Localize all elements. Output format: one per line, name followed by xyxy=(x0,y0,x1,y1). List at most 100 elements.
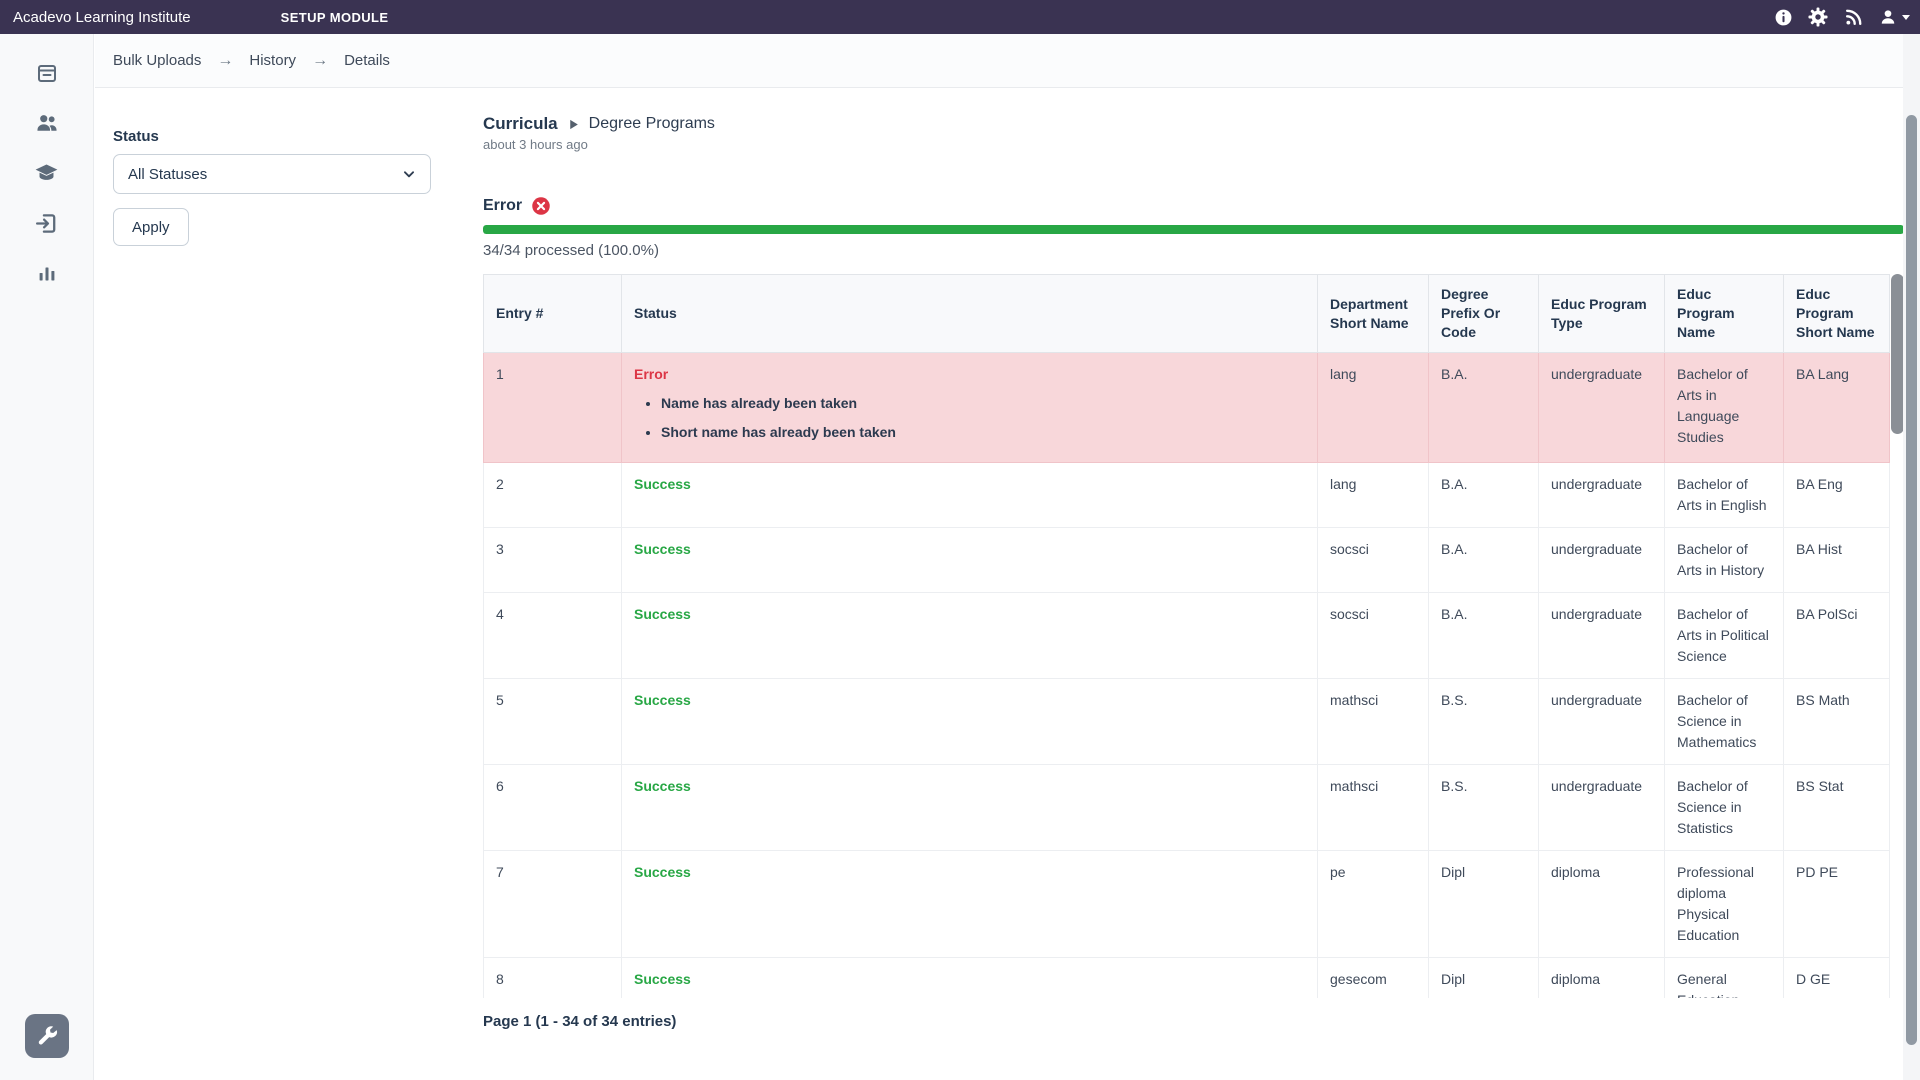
table-row: 5 Success mathsci B.S. undergraduate Bac… xyxy=(484,679,1890,765)
cell-degree-prefix: B.A. xyxy=(1429,353,1539,463)
cell-status: Success xyxy=(622,851,1318,958)
wrench-icon xyxy=(35,1024,59,1048)
chevron-down-icon xyxy=(1902,15,1910,20)
cell-degree-prefix: Dipl xyxy=(1429,851,1539,958)
table-row: 4 Success socsci B.A. undergraduate Bach… xyxy=(484,593,1890,679)
sidebar-item-enrollment[interactable] xyxy=(0,198,94,248)
cell-program-short-name: PD PE xyxy=(1784,851,1890,958)
row-status: Success xyxy=(634,969,1305,990)
error-message: Name has already been taken xyxy=(661,393,1305,414)
cell-status: Success xyxy=(622,679,1318,765)
cell-program-type: undergraduate xyxy=(1539,593,1665,679)
row-status: Error xyxy=(634,364,1305,385)
cell-entry: 8 xyxy=(484,958,622,999)
breadcrumb-separator: → xyxy=(217,52,233,70)
calendar-icon xyxy=(35,61,59,85)
topbar: Acadevo Learning Institute SETUP MODULE xyxy=(0,0,1920,34)
cell-program-name: Bachelor of Science in Statistics xyxy=(1665,765,1784,851)
sidebar-item-reports[interactable] xyxy=(0,248,94,298)
error-messages: Name has already been taken Short name ha… xyxy=(661,393,1305,443)
cell-status: Success xyxy=(622,528,1318,593)
sidebar xyxy=(0,34,94,1080)
col-degree-prefix: Degree Prefix Or Code xyxy=(1429,275,1539,353)
chevron-down-icon xyxy=(402,167,416,181)
pagination-summary: Page 1 (1 - 34 of 34 entries) xyxy=(483,1013,1904,1030)
breadcrumb-details: Details xyxy=(344,52,390,69)
row-status: Success xyxy=(634,776,1305,797)
row-status: Success xyxy=(634,474,1305,495)
cell-program-short-name: BA PolSci xyxy=(1784,593,1890,679)
details-title: Curricula Degree Programs xyxy=(483,114,1904,134)
cell-entry: 1 xyxy=(484,353,622,463)
error-message: Short name has already been taken xyxy=(661,422,1305,443)
cell-program-short-name: BA Eng xyxy=(1784,463,1890,528)
cell-department-short-name: mathsci xyxy=(1318,765,1429,851)
cell-department-short-name: gesecom xyxy=(1318,958,1429,999)
cell-status: Success xyxy=(622,958,1318,999)
apply-button[interactable]: Apply xyxy=(113,208,189,246)
sidebar-item-academics[interactable] xyxy=(0,148,94,198)
table-row: 2 Success lang B.A. undergraduate Bachel… xyxy=(484,463,1890,528)
module-title: SETUP MODULE xyxy=(281,10,389,25)
gear-icon[interactable] xyxy=(1807,6,1829,28)
cell-status: Error Name has already been taken Short n… xyxy=(622,353,1318,463)
play-separator-icon xyxy=(567,118,580,131)
col-entry: Entry # xyxy=(484,275,622,353)
row-status: Success xyxy=(634,604,1305,625)
graduation-cap-icon xyxy=(33,160,60,187)
cell-program-type: diploma xyxy=(1539,958,1665,999)
sidebar-item-people[interactable] xyxy=(0,98,94,148)
cell-program-short-name: BS Stat xyxy=(1784,765,1890,851)
progress-bar xyxy=(483,225,1904,234)
entries-table: Entry # Status Department Short Name Deg… xyxy=(483,274,1890,998)
user-icon xyxy=(1877,6,1899,28)
cell-degree-prefix: B.A. xyxy=(1429,593,1539,679)
cell-degree-prefix: Dipl xyxy=(1429,958,1539,999)
overall-status: Error xyxy=(483,196,1904,216)
col-status: Status xyxy=(622,275,1318,353)
cell-entry: 6 xyxy=(484,765,622,851)
cell-status: Success xyxy=(622,765,1318,851)
status-filter-label: Status xyxy=(113,128,431,145)
cell-department-short-name: mathsci xyxy=(1318,679,1429,765)
cell-entry: 2 xyxy=(484,463,622,528)
col-program-short-name: Educ Program Short Name xyxy=(1784,275,1890,353)
cell-degree-prefix: B.S. xyxy=(1429,679,1539,765)
cell-program-short-name: BS Math xyxy=(1784,679,1890,765)
entries-table-wrap: Entry # Status Department Short Name Deg… xyxy=(483,274,1904,998)
table-header-row: Entry # Status Department Short Name Deg… xyxy=(484,275,1890,353)
table-row: 7 Success pe Dipl diploma Professional d… xyxy=(484,851,1890,958)
cell-department-short-name: pe xyxy=(1318,851,1429,958)
cell-program-type: undergraduate xyxy=(1539,353,1665,463)
row-status: Success xyxy=(634,690,1305,711)
cell-degree-prefix: B.S. xyxy=(1429,765,1539,851)
cell-program-type: diploma xyxy=(1539,851,1665,958)
cell-program-name: General Education xyxy=(1665,958,1784,999)
breadcrumb-history[interactable]: History xyxy=(249,52,296,69)
overall-status-label: Error xyxy=(483,197,522,215)
error-circle-icon xyxy=(531,196,551,216)
cell-status: Success xyxy=(622,593,1318,679)
tools-button[interactable] xyxy=(25,1014,69,1058)
feed-icon[interactable] xyxy=(1842,6,1864,28)
status-select[interactable]: All Statuses xyxy=(113,154,431,194)
breadcrumb-bulk-uploads[interactable]: Bulk Uploads xyxy=(113,52,201,69)
cell-program-type: undergraduate xyxy=(1539,463,1665,528)
sidebar-item-calendar[interactable] xyxy=(0,48,94,98)
cell-program-name: Professional diploma Physical Education xyxy=(1665,851,1784,958)
col-department-short-name: Department Short Name xyxy=(1318,275,1429,353)
cell-degree-prefix: B.A. xyxy=(1429,528,1539,593)
cell-program-type: undergraduate xyxy=(1539,679,1665,765)
sign-in-icon xyxy=(34,211,59,236)
user-menu[interactable] xyxy=(1877,6,1910,28)
cell-program-name: Bachelor of Arts in Political Science xyxy=(1665,593,1784,679)
cell-program-name: Bachelor of Arts in Language Studies xyxy=(1665,353,1784,463)
cell-entry: 7 xyxy=(484,851,622,958)
cell-program-short-name: D GE xyxy=(1784,958,1890,999)
table-row: 8 Success gesecom Dipl diploma General E… xyxy=(484,958,1890,999)
page-scrollbar-thumb[interactable] xyxy=(1906,115,1917,1045)
category-title: Curricula xyxy=(483,114,558,134)
cell-status: Success xyxy=(622,463,1318,528)
cell-department-short-name: lang xyxy=(1318,353,1429,463)
info-icon[interactable] xyxy=(1772,6,1794,28)
